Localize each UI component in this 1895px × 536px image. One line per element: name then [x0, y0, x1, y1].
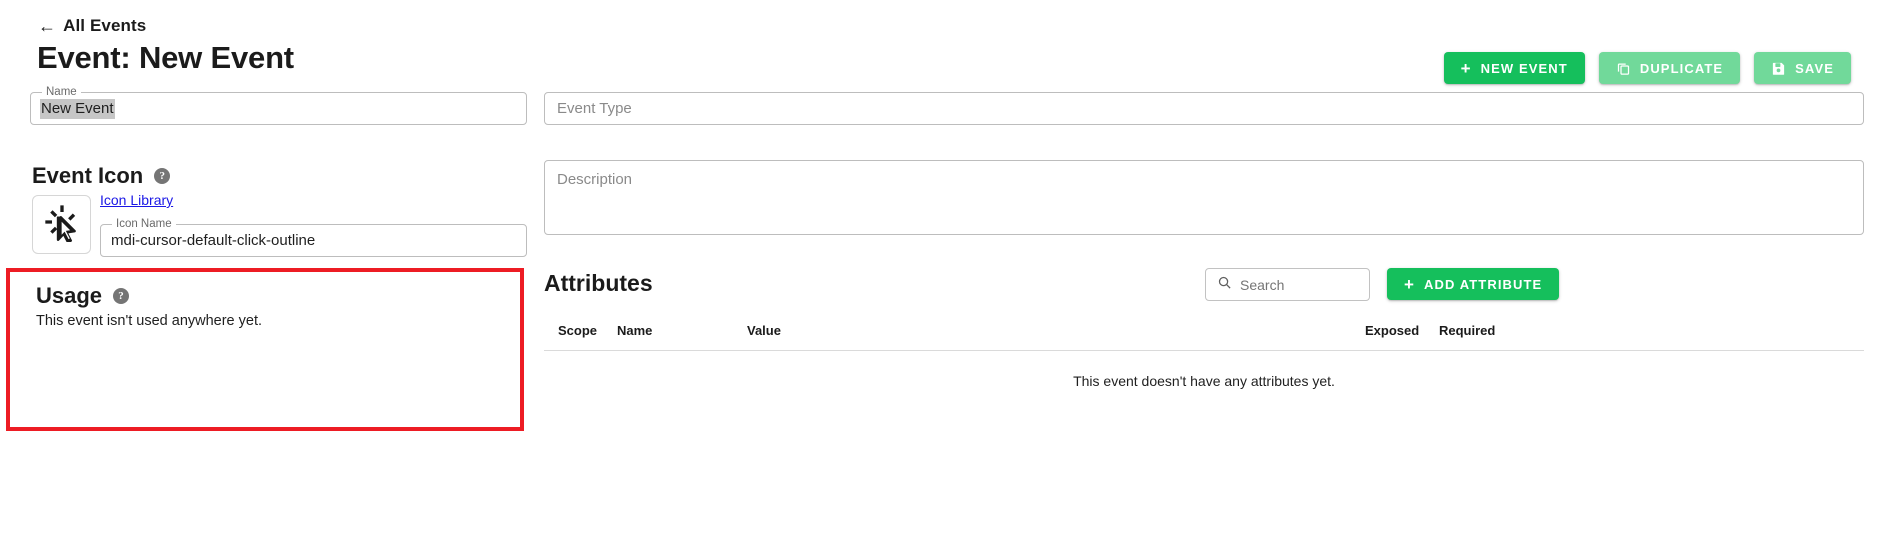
attributes-table-header: Scope Name Value Exposed Required — [544, 318, 1864, 351]
icon-library-link[interactable]: Icon Library — [100, 192, 173, 208]
name-input[interactable]: New Event — [31, 93, 526, 125]
event-icon-preview-box[interactable] — [32, 195, 91, 254]
usage-heading-label: Usage — [36, 283, 103, 308]
name-field-legend: Name — [42, 86, 81, 98]
usage-panel: Usage ? This event isn't used anywhere y… — [6, 268, 524, 431]
search-icon — [1217, 275, 1232, 295]
event-icon-heading-label: Event Icon — [32, 163, 144, 188]
attributes-table: Scope Name Value Exposed Required This e… — [544, 318, 1864, 411]
attributes-heading: Attributes — [544, 270, 653, 297]
name-field[interactable]: Name New Event — [30, 86, 527, 125]
help-circle-icon[interactable]: ? — [113, 288, 130, 304]
column-header-exposed: Exposed — [1365, 323, 1420, 338]
column-header-value: Value — [747, 323, 781, 338]
column-header-name: Name — [617, 323, 653, 338]
column-header-scope: Scope — [558, 323, 598, 338]
attributes-empty-state: This event doesn't have any attributes y… — [1073, 373, 1335, 389]
event-icon-heading: Event Icon ? — [32, 163, 171, 189]
event-type-input[interactable]: Event Type — [545, 93, 1863, 125]
usage-heading: Usage ? — [36, 283, 130, 309]
description-field[interactable]: Description — [544, 160, 1864, 235]
attributes-heading-row: Attributes — [544, 270, 653, 297]
attributes-search-box[interactable]: Search — [1205, 268, 1370, 301]
column-header-required: Required — [1439, 323, 1496, 338]
usage-empty-text: This event isn't used anywhere yet. — [36, 313, 263, 329]
help-circle-icon[interactable]: ? — [154, 168, 171, 184]
left-column: Name New Event Event Icon ? Icon Library… — [6, 0, 530, 536]
right-column: Event Type Description Attributes Search… — [544, 0, 1864, 536]
icon-name-field[interactable]: Icon Name mdi-cursor-default-click-outli… — [100, 218, 527, 257]
add-attribute-button[interactable]: + ADD ATTRIBUTE — [1387, 268, 1560, 300]
attributes-search-input[interactable]: Search — [1240, 277, 1284, 293]
cursor-default-click-outline-icon — [42, 202, 82, 247]
event-detail-page: ← All Events Event: New Event + NEW EVEN… — [0, 0, 1895, 536]
attributes-heading-label: Attributes — [544, 270, 653, 296]
description-input[interactable]: Description — [545, 161, 1863, 199]
event-type-field[interactable]: Event Type — [544, 92, 1864, 125]
icon-name-field-legend: Icon Name — [112, 218, 176, 230]
plus-icon: + — [1404, 274, 1416, 294]
add-attribute-button-label: ADD ATTRIBUTE — [1424, 276, 1543, 292]
name-input-value: New Event — [40, 99, 115, 119]
